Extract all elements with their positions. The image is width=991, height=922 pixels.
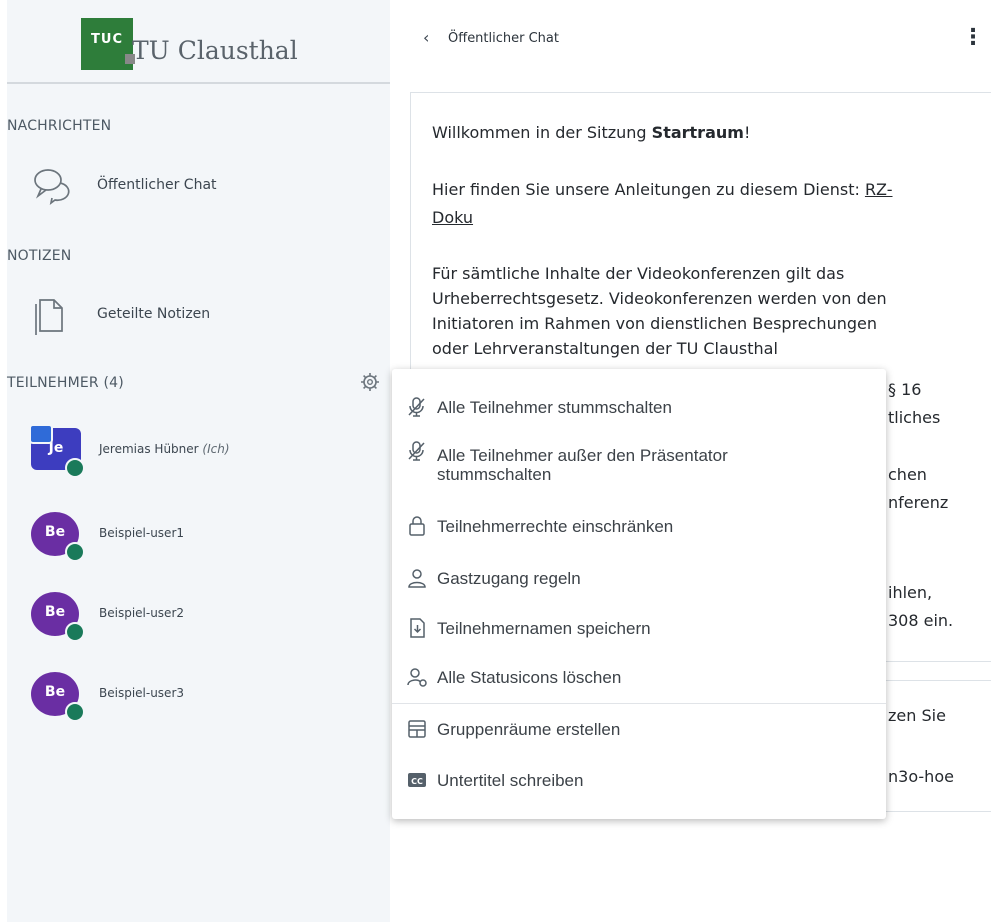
menu-item-label-cont: stummschalten: [437, 465, 552, 484]
gear-icon[interactable]: [359, 371, 381, 393]
participant-item[interactable]: Be Beispiel-user2: [31, 592, 371, 642]
user-clear-icon: [407, 668, 427, 687]
user-icon: [408, 569, 426, 588]
guide-message: Hier finden Sie unsere Anleitungen zu di…: [432, 180, 893, 199]
menu-divider: [392, 703, 886, 704]
microphone-icon: [65, 458, 85, 478]
menu-item-label: Alle Teilnehmer außer den Präsentator: [437, 446, 728, 465]
menu-item-captions[interactable]: CC Untertitel schreiben: [392, 760, 886, 800]
presenter-icon: [29, 424, 53, 444]
participant-name: Beispiel-user1: [99, 526, 185, 540]
avatar: Be: [31, 512, 85, 562]
section-title-participants: TEILNEHMER (4): [7, 375, 124, 391]
chat-text-fragment: chen: [888, 465, 927, 484]
menu-item-label: Gruppenräume erstellen: [437, 720, 621, 739]
chevron-left-icon[interactable]: ‹: [423, 28, 429, 47]
law-message-line: Initiatoren im Rahmen von dienstlichen B…: [432, 314, 877, 333]
chat-text-fragment: tliches: [888, 408, 941, 427]
menu-item-restrict-rights[interactable]: Teilnehmerrechte einschränken: [392, 506, 886, 546]
mute-icon: [408, 441, 425, 461]
download-file-icon: [410, 618, 425, 638]
law-message-line: oder Lehrveranstaltungen der TU Claustha…: [432, 339, 778, 358]
logo: TUC TU Clausthal: [7, 0, 390, 84]
chat-text-fragment: n3o-hoe: [888, 767, 954, 786]
law-message-line: Für sämtliche Inhalte der Videokonferenz…: [432, 264, 845, 283]
notes-icon: [35, 299, 63, 335]
chat-icon: [34, 169, 70, 206]
menu-item-label: Teilnehmerrechte einschränken: [437, 517, 674, 536]
chat-text-fragment: § 16: [888, 380, 922, 399]
guide-message-cont: Doku: [432, 206, 473, 230]
chat-header: ‹ Öffentlicher Chat ⋮: [410, 22, 991, 52]
participant-item[interactable]: Be Beispiel-user3: [31, 672, 371, 722]
menu-item-save-names[interactable]: Teilnehmernamen speichern: [392, 608, 886, 648]
participant-name: Beispiel-user3: [99, 686, 185, 700]
participants-options-menu: Alle Teilnehmer stummschalten Alle Teiln…: [392, 369, 886, 819]
more-options-icon[interactable]: ⋮: [962, 25, 984, 50]
microphone-icon: [65, 542, 85, 562]
participant-item[interactable]: Je Jeremias Hübner (Ich): [29, 424, 371, 478]
chat-text-fragment: zen Sie: [888, 706, 946, 725]
logo-text: TU Clausthal: [132, 36, 298, 65]
law-message-line: Urheberrechtsgesetz. Videokonferenzen we…: [432, 289, 887, 308]
avatar: Be: [31, 672, 85, 722]
welcome-message: Willkommen in der Sitzung Startraum!: [432, 123, 751, 142]
rooms-icon: [408, 720, 426, 738]
sidebar: TUC TU Clausthal NACHRICHTEN Öffentliche…: [7, 0, 390, 922]
menu-item-label: Gastzugang regeln: [437, 569, 581, 588]
menu-item-guest-access[interactable]: Gastzugang regeln: [392, 558, 886, 598]
participant-name: Jeremias Hübner (Ich): [99, 442, 230, 456]
sidebar-item-shared-notes[interactable]: Geteilte Notizen: [31, 295, 361, 335]
menu-item-breakout-rooms[interactable]: Gruppenräume erstellen: [392, 709, 886, 749]
chat-title: Öffentlicher Chat: [448, 31, 559, 46]
chat-text-fragment: 308 ein.: [888, 611, 954, 630]
participant-item[interactable]: Be Beispiel-user1: [31, 512, 371, 562]
sidebar-item-public-chat[interactable]: Öffentlicher Chat: [31, 166, 361, 206]
microphone-icon: [65, 622, 85, 642]
menu-item-clear-status[interactable]: Alle Statusicons löschen: [392, 657, 886, 697]
menu-item-label: Teilnehmernamen speichern: [437, 619, 651, 638]
microphone-icon: [65, 702, 85, 722]
menu-item-label: Alle Statusicons löschen: [437, 668, 622, 687]
chat-text-fragment: ihlen,: [888, 583, 933, 602]
menu-item-label: Alle Teilnehmer stummschalten: [437, 398, 672, 417]
section-title-notes: NOTIZEN: [7, 248, 72, 264]
rz-doku-link-cont[interactable]: Doku: [432, 208, 473, 227]
menu-item-mute-all[interactable]: Alle Teilnehmer stummschalten: [392, 387, 886, 427]
menu-item-label: Untertitel schreiben: [437, 771, 584, 790]
sidebar-item-label: Geteilte Notizen: [97, 306, 211, 322]
svg-text:CC: CC: [411, 777, 423, 786]
avatar: Be: [31, 592, 85, 642]
sidebar-item-label: Öffentlicher Chat: [97, 177, 217, 193]
chat-text-fragment: nferenz: [888, 493, 949, 512]
avatar: Je: [29, 424, 85, 478]
participant-name: Beispiel-user2: [99, 606, 185, 620]
menu-item-mute-all-except-presenter[interactable]: Alle Teilnehmer außer den Präsentator st…: [392, 439, 886, 489]
rz-doku-link[interactable]: RZ-: [865, 180, 893, 199]
mute-icon: [408, 397, 425, 417]
closed-captions-icon: CC: [408, 773, 426, 787]
lock-icon: [409, 516, 425, 536]
section-title-messages: NACHRICHTEN: [7, 118, 112, 134]
